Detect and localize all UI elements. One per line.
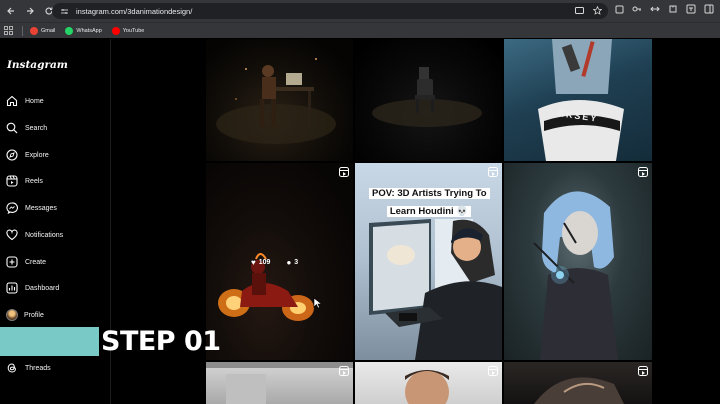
post-hover-stats: ♥ 109 ● 3	[251, 258, 314, 267]
sidebar-item-label: Threads	[25, 364, 51, 372]
sidebar-item-home[interactable]: Home	[0, 91, 111, 111]
bookmarks-bar: Gmail WhatsApp YouTube	[0, 22, 720, 38]
forward-icon[interactable]	[22, 3, 38, 19]
reel-icon	[339, 167, 349, 177]
avatar	[6, 309, 18, 321]
reel-icon	[339, 366, 349, 376]
gmail-icon	[30, 26, 38, 35]
reels-icon	[5, 174, 19, 188]
translate-icon[interactable]	[686, 4, 696, 16]
bookmark-gmail[interactable]: Gmail	[30, 26, 56, 35]
youtube-icon	[111, 26, 120, 35]
whatsapp-icon	[65, 26, 74, 35]
bookmark-separator	[22, 25, 23, 36]
sidebar-item-notifications[interactable]: Notifications	[0, 225, 111, 245]
likes-heart-icon: ♥	[251, 258, 256, 267]
site-info-icon[interactable]	[60, 7, 69, 16]
post-caption-overlay: POV: 3D Artists Trying To Learn Houdini …	[369, 183, 490, 219]
extension-puzzle-icon[interactable]	[668, 4, 678, 16]
sidebar-item-messages[interactable]: Messages	[0, 198, 111, 218]
desk-scene-image	[216, 58, 336, 144]
apps-grid-icon[interactable]	[4, 25, 14, 36]
reel-icon	[638, 366, 648, 376]
plus-square-icon	[5, 255, 19, 269]
bookmark-star-icon[interactable]	[592, 5, 603, 15]
post-thumbnail-row3-3[interactable]	[504, 362, 652, 404]
step-accent-bar	[0, 327, 99, 356]
bookmark-whatsapp[interactable]: WhatsApp	[65, 26, 102, 35]
messenger-icon	[5, 201, 19, 215]
sidebar-item-profile[interactable]: Profile	[0, 305, 111, 325]
sidebar-item-search[interactable]: Search	[0, 118, 111, 138]
sidebar-item-label: Messages	[25, 204, 57, 212]
sidebar-item-label: Notifications	[25, 231, 64, 239]
mouse-cursor-icon	[313, 297, 322, 309]
chair-scene-image	[372, 67, 482, 127]
sidebar-item-create[interactable]: Create	[0, 252, 111, 272]
row3-image-3	[534, 377, 624, 404]
post-thumbnail-skate[interactable]: EKSEY	[504, 39, 652, 161]
reel-icon	[488, 167, 498, 177]
comment-icon: ●	[286, 258, 292, 267]
address-bar[interactable]: instagram.com/3danimationdesign/	[52, 3, 608, 19]
bookmark-label: WhatsApp	[76, 27, 102, 34]
browser-toolbar: instagram.com/3danimationdesign/	[0, 0, 720, 22]
row3-image-2	[405, 370, 449, 404]
sidebar-item-reels[interactable]: Reels	[0, 171, 111, 191]
url-text[interactable]: instagram.com/3danimationdesign/	[76, 7, 192, 16]
post-thumbnail-row3-1[interactable]	[206, 362, 353, 404]
compass-icon	[5, 148, 19, 162]
sidebar-item-label: Reels	[25, 177, 43, 185]
tracking-icon[interactable]	[650, 4, 660, 16]
key-icon[interactable]	[632, 4, 642, 16]
sidebar-item-label: Profile	[24, 311, 44, 319]
post-thumbnail-row3-2[interactable]	[355, 362, 502, 404]
step-title: STEP 01	[101, 326, 221, 357]
sidebar-item-label: Create	[25, 258, 47, 266]
row3-image-1	[206, 362, 353, 404]
sidebar-item-threads[interactable]: Threads	[0, 358, 111, 378]
sidebar-item-label: Home	[25, 97, 44, 105]
skate-scene-image	[538, 39, 624, 161]
post-caption-text: POV: 3D Artists Trying To Learn Houdini …	[369, 188, 490, 217]
sidebar-item-label: Dashboard	[25, 284, 60, 292]
post-thumbnail-desk[interactable]	[206, 39, 353, 161]
bookmark-label: YouTube	[122, 27, 145, 34]
reel-icon	[638, 167, 648, 177]
bookmark-youtube[interactable]: YouTube	[111, 26, 145, 35]
posts-grid: EKSEY ♥ 109 ● 3 POV: 3D Artists Trying T…	[206, 39, 652, 404]
threads-icon	[5, 361, 19, 375]
post-thumbnail-motorcycle[interactable]: ♥ 109 ● 3	[206, 163, 353, 360]
sidebar-panel-icon[interactable]	[704, 4, 714, 16]
sidebar-item-label: Explore	[25, 151, 49, 159]
sidebar-item-dashboard[interactable]: Dashboard	[0, 278, 111, 298]
comments-count: 3	[294, 259, 299, 266]
home-icon	[5, 94, 19, 108]
reel-icon	[488, 366, 498, 376]
search-icon	[5, 121, 19, 135]
post-thumbnail-blue-hair[interactable]	[504, 163, 652, 360]
dashboard-icon	[5, 281, 19, 295]
post-thumbnail-chair[interactable]	[355, 39, 502, 161]
instagram-logo[interactable]: Instagram	[7, 59, 68, 71]
likes-count: 109	[258, 259, 271, 266]
sidebar-item-explore[interactable]: Explore	[0, 145, 111, 165]
post-thumbnail-houdini[interactable]: POV: 3D Artists Trying To Learn Houdini …	[355, 163, 502, 360]
cast-icon[interactable]	[575, 6, 584, 15]
bookmark-label: Gmail	[41, 27, 56, 34]
back-icon[interactable]	[3, 3, 19, 19]
sidebar-item-label: Search	[25, 124, 48, 132]
blue-hair-girl-image	[533, 191, 618, 360]
extensions-icon[interactable]	[614, 4, 624, 16]
heart-icon	[5, 228, 19, 242]
